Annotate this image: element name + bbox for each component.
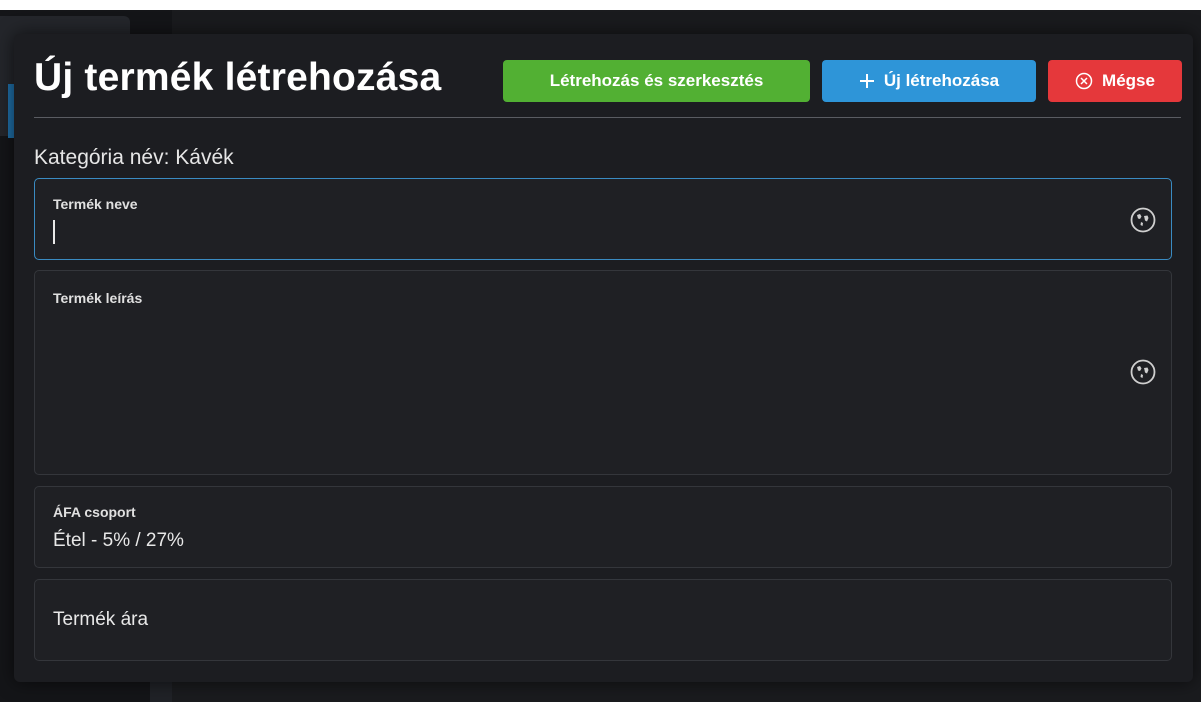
background-strip [150, 682, 172, 702]
create-product-dialog: Új termék létrehozása Létrehozás és szer… [14, 34, 1193, 682]
category-name: Kategória név: Kávék [34, 146, 234, 169]
top-edge [0, 0, 1201, 10]
product-price-field[interactable]: Termék ára [34, 579, 1172, 661]
product-name-label: Termék neve [53, 196, 138, 212]
vat-group-label: ÁFA csoport [53, 504, 136, 520]
product-description-field[interactable]: Termék leírás [34, 270, 1172, 475]
globe-icon[interactable] [1129, 358, 1157, 386]
create-and-edit-button[interactable]: Létrehozás és szerkesztés [503, 60, 810, 102]
cancel-label: Mégse [1102, 71, 1155, 90]
text-caret [53, 220, 55, 244]
create-new-label: Új létrehozása [883, 71, 1000, 90]
product-description-label: Termék leírás [53, 290, 143, 306]
create-new-button[interactable]: Új létrehozása [822, 60, 1036, 102]
create-and-edit-label: Létrehozás és szerkesztés [549, 71, 764, 90]
title-divider [34, 117, 1181, 118]
product-price-placeholder: Termék ára [53, 609, 149, 630]
product-name-field[interactable]: Termék neve [34, 178, 1172, 260]
globe-icon[interactable] [1129, 206, 1157, 234]
circle-x-icon [1075, 72, 1093, 90]
cancel-button[interactable]: Mégse [1048, 60, 1182, 102]
vat-group-select[interactable]: ÁFA csoport Étel - 5% / 27% [34, 486, 1172, 568]
plus-icon [859, 73, 875, 89]
vat-group-value: Étel - 5% / 27% [53, 530, 184, 551]
dialog-title: Új termék létrehozása [34, 56, 442, 99]
